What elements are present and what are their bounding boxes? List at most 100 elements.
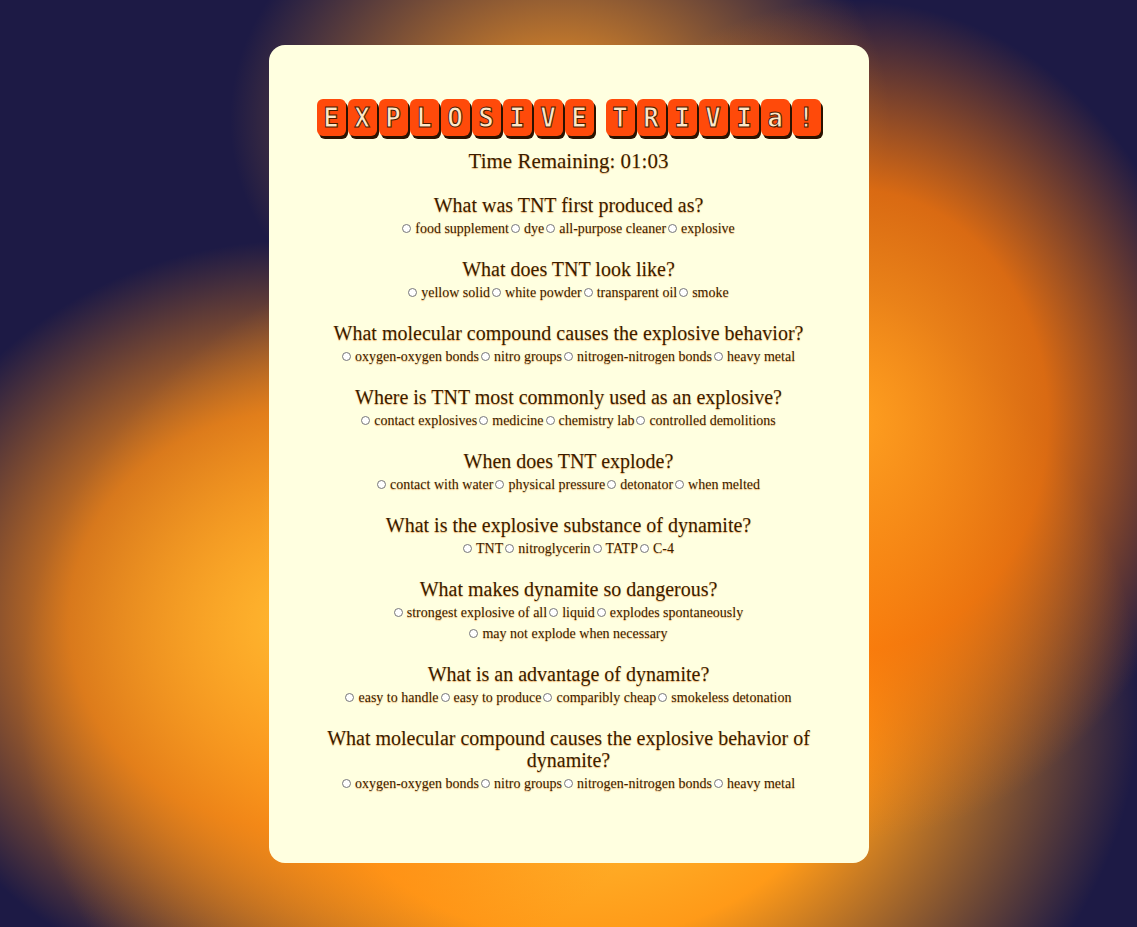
option-radio[interactable] [679,288,688,297]
question-text: What is the explosive substance of dynam… [299,514,839,536]
title-letter: I [503,99,532,136]
question-text: What does TNT look like? [299,258,839,280]
option[interactable]: nitroglycerin [505,538,590,559]
option[interactable]: explosive [668,218,735,239]
question-text: What molecular compound causes the explo… [299,322,839,344]
title-letter: L [410,99,439,136]
option-radio[interactable] [377,480,386,489]
question-text: What molecular compound causes the explo… [299,727,839,771]
option[interactable]: C-4 [640,538,674,559]
option-list: oxygen-oxygen bondsnitro groupsnitrogen-… [299,346,839,367]
option-list: contact explosivesmedicinechemistry labc… [299,410,839,431]
option-radio[interactable] [607,480,616,489]
option[interactable]: physical pressure [495,474,605,495]
option[interactable]: contact explosives [361,410,477,431]
option-radio[interactable] [714,352,723,361]
title-letter: T [606,99,635,136]
option-radio[interactable] [492,288,501,297]
title-letter: X [348,99,377,136]
option-radio[interactable] [668,224,677,233]
option[interactable]: all-purpose cleaner [546,218,666,239]
option-radio[interactable] [546,224,555,233]
question: Where is TNT most commonly used as an ex… [299,386,839,431]
title-letter: S [472,99,501,136]
option-radio[interactable] [543,693,552,702]
option[interactable]: chemistry lab [546,410,635,431]
option-radio[interactable] [469,629,478,638]
option[interactable]: smoke [679,282,729,303]
option-radio[interactable] [342,352,351,361]
option[interactable]: liquid [549,602,595,623]
option-radio[interactable] [640,544,649,553]
option[interactable]: food supplement [402,218,509,239]
option-radio[interactable] [481,779,490,788]
option[interactable]: heavy metal [714,346,795,367]
option-radio[interactable] [402,224,411,233]
option-radio[interactable] [584,288,593,297]
option[interactable]: heavy metal [714,773,795,794]
option-radio[interactable] [511,224,520,233]
option[interactable]: oxygen-oxygen bonds [342,346,479,367]
option-radio[interactable] [675,480,684,489]
option[interactable]: nitrogen-nitrogen bonds [564,346,712,367]
option-radio[interactable] [714,779,723,788]
question-text: When does TNT explode? [299,450,839,472]
question: What is the explosive substance of dynam… [299,514,839,559]
option[interactable]: nitro groups [481,346,562,367]
option-radio[interactable] [549,608,558,617]
question: What is an advantage of dynamite?easy to… [299,663,839,708]
question: When does TNT explode?contact with water… [299,450,839,495]
option[interactable]: may not explode when necessary [469,623,667,644]
option[interactable]: easy to handle [345,687,438,708]
option[interactable]: medicine [479,410,543,431]
trivia-card: EXPLOSIVE TRIVIa!Time Remaining: 01:03Wh… [269,45,869,863]
option-radio[interactable] [658,693,667,702]
option-radio[interactable] [394,608,403,617]
option-radio[interactable] [597,608,606,617]
option[interactable]: TATP [593,538,638,559]
option[interactable]: when melted [675,474,760,495]
option[interactable]: dye [511,218,544,239]
option[interactable]: transparent oil [584,282,677,303]
option-list: easy to handleeasy to producecomparibly … [299,687,839,708]
option-radio[interactable] [636,416,645,425]
option-radio[interactable] [479,416,488,425]
option-list: yellow solidwhite powdertransparent oils… [299,282,839,303]
question: What molecular compound causes the explo… [299,322,839,367]
option-radio[interactable] [361,416,370,425]
option[interactable]: smokeless detonation [658,687,791,708]
option-radio[interactable] [408,288,417,297]
option-radio[interactable] [463,544,472,553]
question: What was TNT first produced as?food supp… [299,194,839,239]
option-radio[interactable] [546,416,555,425]
option-radio[interactable] [505,544,514,553]
option[interactable]: controlled demolitions [636,410,775,431]
title-letter: E [317,99,346,136]
option-radio[interactable] [593,544,602,553]
option[interactable]: nitro groups [481,773,562,794]
option-radio[interactable] [495,480,504,489]
option[interactable]: detonator [607,474,673,495]
title-letter: ! [792,99,821,136]
option[interactable]: easy to produce [441,687,542,708]
option[interactable]: nitrogen-nitrogen bonds [564,773,712,794]
option[interactable]: TNT [463,538,503,559]
title-letter: O [441,99,470,136]
option[interactable]: comparibly cheap [543,687,656,708]
option[interactable]: white powder [492,282,582,303]
option-radio[interactable] [345,693,354,702]
title-letter: V [699,99,728,136]
option-radio[interactable] [564,352,573,361]
option[interactable]: oxygen-oxygen bonds [342,773,479,794]
option[interactable]: strongest explosive of all [394,602,547,623]
option-radio[interactable] [564,779,573,788]
option[interactable]: explodes spontaneously [597,602,743,623]
option-radio[interactable] [441,693,450,702]
question: What molecular compound causes the explo… [299,727,839,794]
title-letter: R [637,99,666,136]
option-radio[interactable] [481,352,490,361]
question-text: What makes dynamite so dangerous? [299,578,839,600]
option-radio[interactable] [342,779,351,788]
option[interactable]: contact with water [377,474,493,495]
option[interactable]: yellow solid [408,282,490,303]
